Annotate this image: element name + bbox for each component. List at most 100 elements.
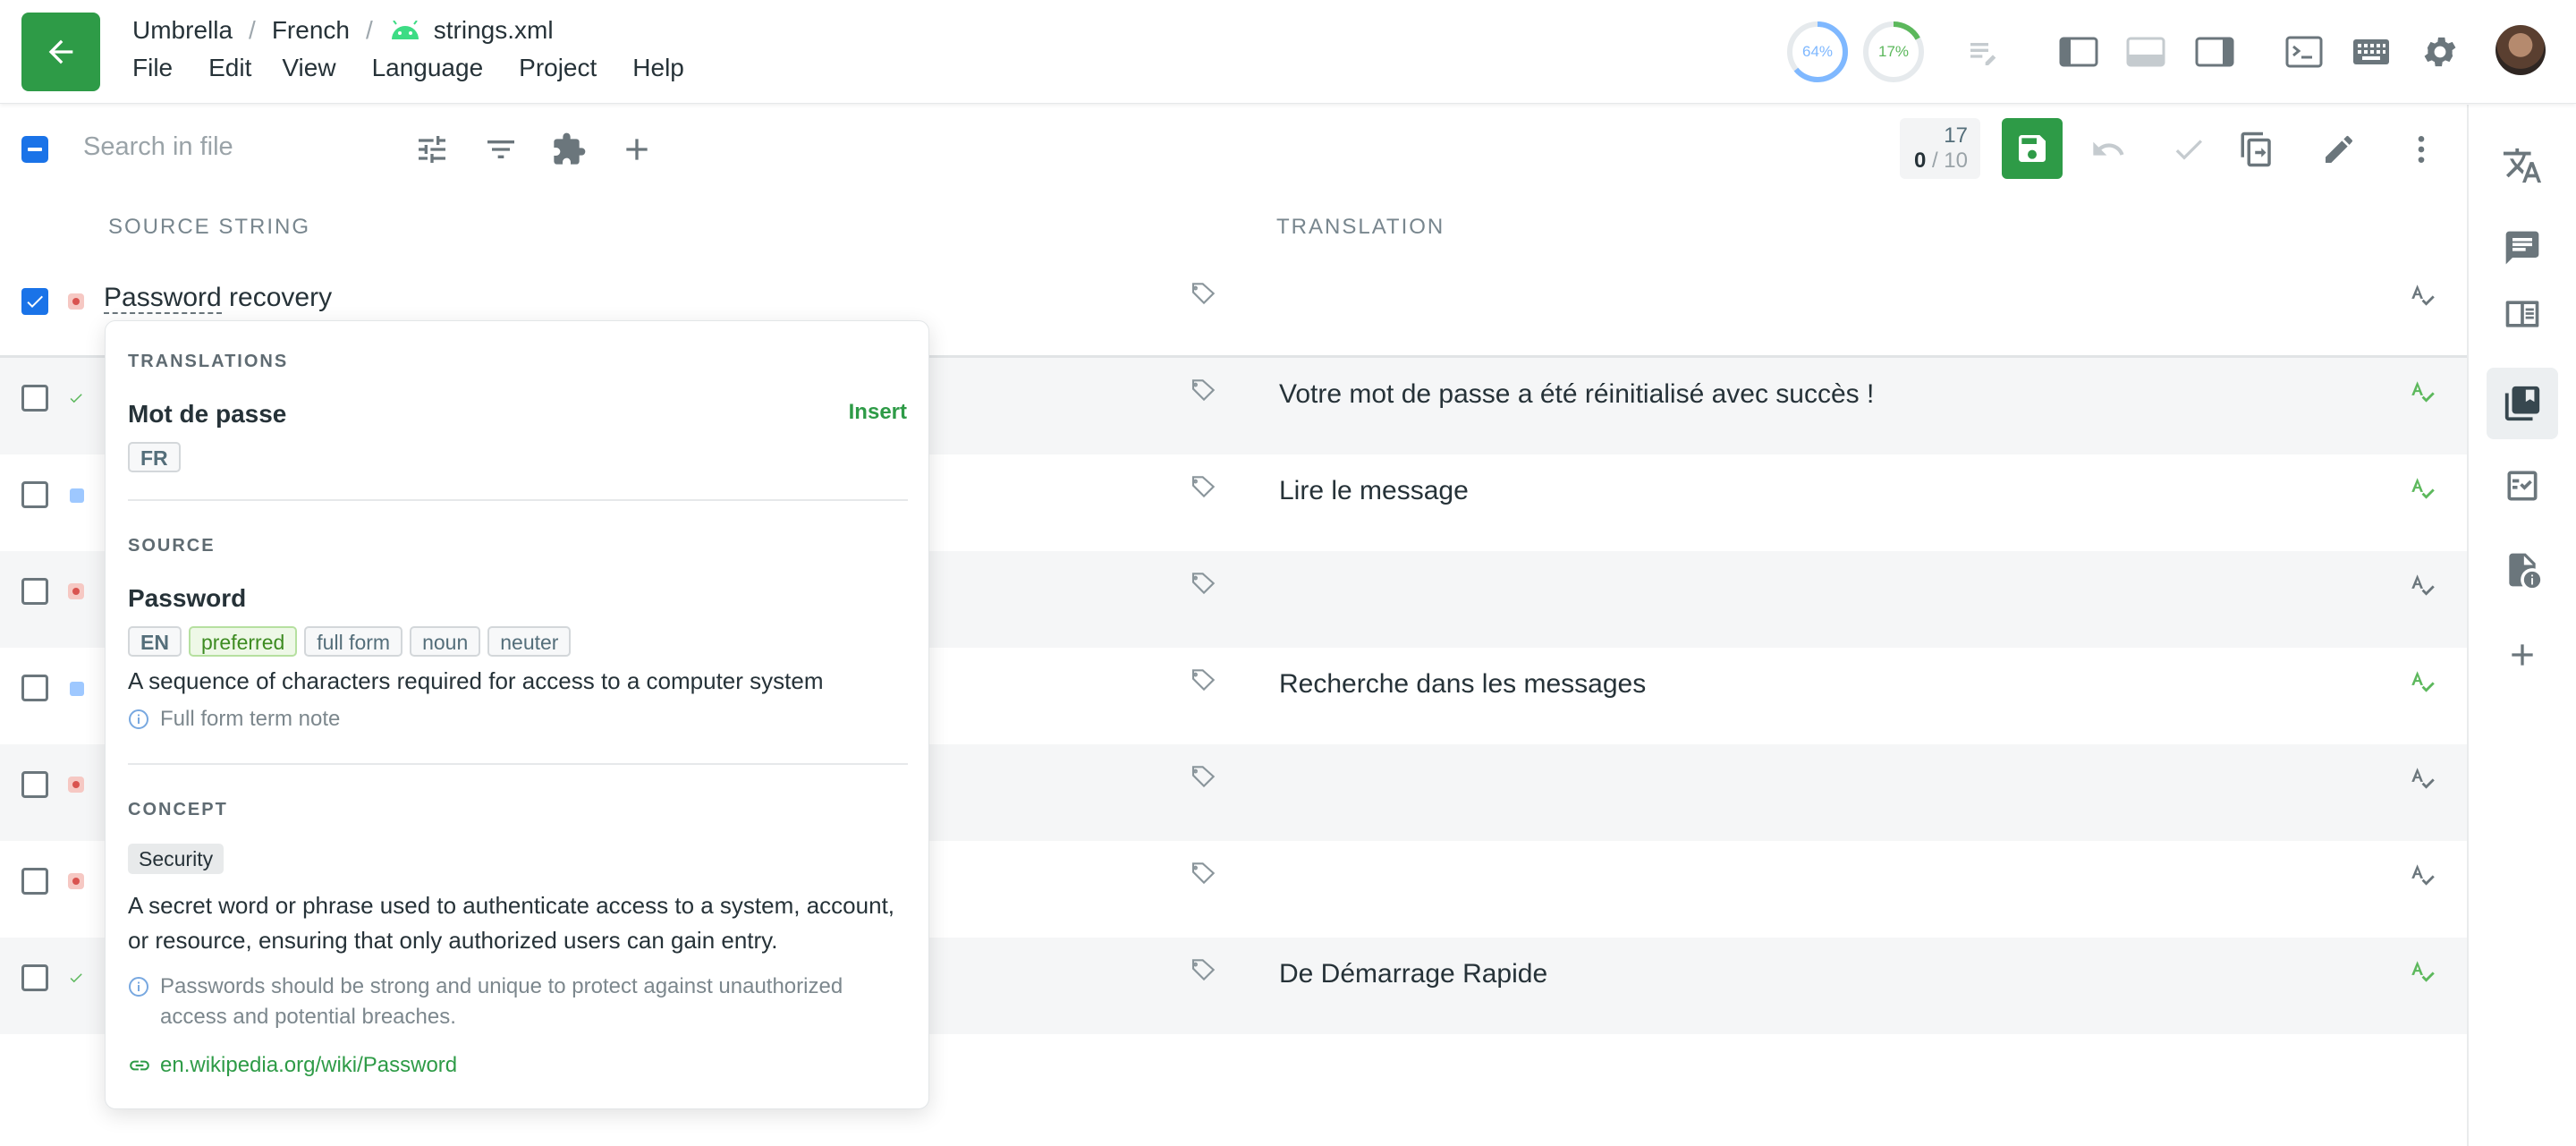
layout-right-panel-icon[interactable] <box>2195 32 2234 72</box>
translation-text[interactable]: De Démarrage Rapide <box>1279 959 1547 989</box>
spellcheck-icon[interactable] <box>2408 378 2438 408</box>
file-info-icon[interactable] <box>2487 534 2558 606</box>
breadcrumb-separator: / <box>365 16 373 44</box>
menu-view[interactable]: View <box>282 54 335 82</box>
spellcheck-icon[interactable] <box>2408 957 2438 988</box>
breadcrumb-separator: / <box>249 16 256 44</box>
divider <box>128 763 908 765</box>
concept-definition: A secret word or phrase used to authenti… <box>128 892 895 954</box>
row-checkbox[interactable] <box>21 481 48 508</box>
concept-note: Passwords should be strong and unique to… <box>128 972 906 1032</box>
row-checkbox[interactable] <box>21 675 48 701</box>
puzzle-icon[interactable] <box>548 129 589 170</box>
plus-icon[interactable] <box>2487 619 2558 691</box>
undo-icon[interactable] <box>2088 129 2129 170</box>
menu-help[interactable]: Help <box>632 54 684 82</box>
divider <box>128 499 908 501</box>
concept-link[interactable]: en.wikipedia.org/wiki/Password <box>128 1053 457 1078</box>
part-of-speech-chip: noun <box>410 626 481 657</box>
qa-check-icon[interactable] <box>2487 450 2558 522</box>
row-checkbox[interactable] <box>21 868 48 895</box>
back-button[interactable] <box>21 13 100 91</box>
section-label-concept: CONCEPT <box>128 800 228 819</box>
status-translated-icon <box>70 488 84 503</box>
progress-approved-icon[interactable]: 17% <box>1861 20 1926 84</box>
translation-text[interactable]: Votre mot de passe a été réinitialisé av… <box>1279 379 1874 410</box>
source-string[interactable]: Password recovery <box>104 283 333 314</box>
term-type-chip: full form <box>304 626 403 657</box>
right-sidebar <box>2467 105 2576 1146</box>
tag-icon[interactable] <box>1190 376 1218 404</box>
spellcheck-icon[interactable] <box>2408 571 2438 601</box>
terminal-icon[interactable] <box>2284 32 2324 72</box>
tag-icon[interactable] <box>1190 955 1218 984</box>
save-icon <box>2019 135 2046 162</box>
filter-icon[interactable] <box>480 129 521 170</box>
tag-icon[interactable] <box>1190 859 1218 887</box>
breadcrumb-project[interactable]: Umbrella <box>132 16 233 45</box>
edit-list-icon[interactable] <box>1964 32 2004 72</box>
menu-file[interactable]: File <box>132 54 173 82</box>
check-icon[interactable] <box>2168 129 2209 170</box>
plus-icon[interactable] <box>616 129 657 170</box>
tag-icon[interactable] <box>1190 666 1218 694</box>
row-checkbox[interactable] <box>21 964 48 991</box>
concept-link-text[interactable]: en.wikipedia.org/wiki/Password <box>160 1053 457 1078</box>
source-rest: recovery <box>221 283 333 312</box>
menu-language[interactable]: Language <box>372 54 484 82</box>
glossary-popup: TRANSLATIONS Mot de passe Insert FR SOUR… <box>105 320 929 1109</box>
term-note: Full form term note <box>128 704 906 734</box>
search-input[interactable]: Search in file <box>83 132 233 162</box>
save-button[interactable] <box>2002 118 2063 179</box>
row-checkbox[interactable] <box>21 288 48 315</box>
menu-project[interactable]: Project <box>519 54 597 82</box>
info-icon <box>129 709 148 729</box>
tag-icon[interactable] <box>1190 472 1218 501</box>
keyboard-icon[interactable] <box>2351 32 2391 72</box>
spellcheck-icon[interactable] <box>2408 861 2438 891</box>
row-checkbox[interactable] <box>21 578 48 605</box>
tm-icon[interactable] <box>2487 278 2558 350</box>
select-all-checkbox[interactable] <box>21 136 48 163</box>
spellcheck-icon[interactable] <box>2408 281 2438 311</box>
layout-left-panel-icon[interactable] <box>2059 32 2098 72</box>
menu-edit[interactable]: Edit <box>208 54 251 82</box>
term-note-text: Full form term note <box>160 707 341 731</box>
tag-icon[interactable] <box>1190 762 1218 791</box>
glossary-icon[interactable] <box>2487 368 2558 439</box>
row-checkbox[interactable] <box>21 771 48 798</box>
progress-translated-label: 64% <box>1801 43 1834 60</box>
counter-total: 17 <box>1944 123 1968 148</box>
status-untranslated-icon <box>68 583 84 599</box>
term-status-chip: preferred <box>188 626 298 657</box>
progress-translated-icon[interactable]: 64% <box>1785 20 1850 84</box>
pencil-icon[interactable] <box>2318 129 2360 170</box>
glossary-term[interactable]: Password <box>104 283 222 314</box>
breadcrumb-file[interactable]: strings.xml <box>434 16 554 45</box>
link-icon <box>130 1060 149 1071</box>
translate-icon[interactable] <box>2487 130 2558 201</box>
insert-button[interactable]: Insert <box>849 400 907 425</box>
tag-icon[interactable] <box>1190 279 1218 308</box>
breadcrumb-language[interactable]: French <box>272 16 350 45</box>
avatar[interactable] <box>2496 25 2546 75</box>
comment-icon[interactable] <box>2487 212 2558 284</box>
more-vertical-icon[interactable] <box>2401 129 2442 170</box>
spellcheck-icon[interactable] <box>2408 764 2438 794</box>
spellcheck-icon[interactable] <box>2408 474 2438 505</box>
tag-icon[interactable] <box>1190 569 1218 598</box>
android-icon <box>389 21 421 40</box>
status-untranslated-icon <box>68 777 84 793</box>
spellcheck-icon[interactable] <box>2408 667 2438 698</box>
status-approved-icon <box>70 394 82 403</box>
translation-text[interactable]: Recherche dans les messages <box>1279 669 1646 700</box>
row-checkbox[interactable] <box>21 385 48 412</box>
tune-icon[interactable] <box>411 129 453 170</box>
translation-term: Mot de passe <box>128 400 287 428</box>
translation-text[interactable]: Lire le message <box>1279 476 1469 506</box>
layout-bottom-panel-icon[interactable] <box>2126 32 2165 72</box>
info-icon <box>129 977 148 997</box>
gear-icon[interactable] <box>2420 32 2460 72</box>
copy-source-icon[interactable] <box>2236 129 2277 170</box>
breadcrumb: Umbrella / French / strings.xml <box>132 14 554 47</box>
